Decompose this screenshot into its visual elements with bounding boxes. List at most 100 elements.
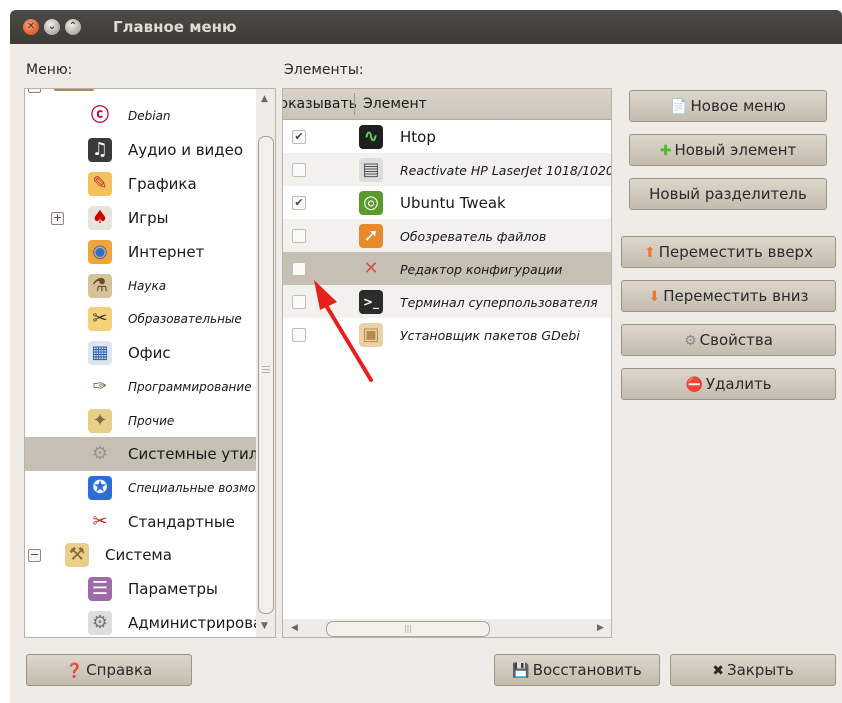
- tree-item-5[interactable]: ⚗ Наука: [25, 269, 262, 303]
- scroll-down-arrow-icon[interactable]: ▼: [261, 621, 268, 631]
- graphics-icon: ✎: [88, 172, 112, 196]
- table-row[interactable]: ➚ Обозреватель файлов: [283, 219, 611, 252]
- scroll-left-arrow-icon[interactable]: ◀: [291, 623, 298, 633]
- games-icon: ♠: [88, 206, 112, 230]
- menu-label: Меню:: [26, 62, 73, 78]
- tree-item-label: Стандартные: [128, 513, 235, 531]
- help-button[interactable]: ❓ Справка: [26, 654, 192, 686]
- tree-item-label: Программирование: [128, 380, 252, 394]
- scroll-right-arrow-icon[interactable]: ▶: [597, 623, 604, 633]
- menu-tree[interactable]: ⓒ Debian ♫ Аудио и видео ✎ Графика + ♠ Игры ◉ Инте…: [24, 88, 263, 638]
- table-row[interactable]: ✔ ◎ Ubuntu Tweak: [283, 186, 611, 219]
- show-checkbox[interactable]: [292, 229, 306, 243]
- multimedia-icon: ♫: [88, 138, 112, 162]
- close-button[interactable]: ✖ Закрыть: [670, 654, 836, 686]
- printer-icon: ▤: [359, 158, 383, 182]
- arrow-down-icon: ⬇: [648, 289, 661, 305]
- annotation-arrow: [314, 280, 373, 382]
- show-checkbox[interactable]: ✔: [292, 196, 306, 210]
- tree-item-10[interactable]: ⚙ Системные утилиты: [25, 437, 262, 471]
- elements-label: Элементы:: [284, 62, 364, 78]
- item-label: Установщик пакетов GDebi: [400, 328, 580, 343]
- tree-item-13[interactable]: − ⚒ Система: [25, 538, 262, 572]
- tree-item-2[interactable]: ✎ Графика: [25, 167, 262, 201]
- collapse-icon[interactable]: −: [28, 549, 41, 562]
- column-header-show[interactable]: Показывать: [283, 96, 357, 112]
- tree-item-14[interactable]: ☰ Параметры: [25, 572, 262, 606]
- tree-item-label: Офис: [128, 344, 171, 362]
- column-header-item[interactable]: Элемент: [363, 96, 427, 112]
- help-icon: ❓: [65, 663, 84, 679]
- tree-item-label: Игры: [128, 209, 169, 227]
- tree-item-8[interactable]: ✑ Программирование: [25, 370, 262, 404]
- arrow-up-icon: ⬆: [644, 245, 656, 261]
- column-divider: [354, 93, 355, 115]
- education-icon: ✂: [88, 307, 112, 331]
- tree-item-label: Специальные возможности: [128, 481, 262, 495]
- move-up-button[interactable]: ⬆ Переместить вверх: [621, 236, 836, 268]
- table-row[interactable]: ✔ ∿ Htop: [283, 120, 611, 153]
- new-separator-button[interactable]: Новый разделитель: [629, 178, 827, 210]
- tree-partial-top-item: [28, 89, 108, 93]
- tree-item-7[interactable]: ▦ Офис: [25, 336, 262, 370]
- menu-scroll-thumb[interactable]: [258, 136, 274, 614]
- close-window-icon[interactable]: ✕: [23, 19, 39, 35]
- programming-icon: ✑: [92, 376, 108, 397]
- tree-item-label: Прочие: [128, 414, 175, 428]
- elements-horizontal-scrollbar[interactable]: ◀ ||| ▶: [282, 619, 612, 638]
- tree-item-label: Аудио и видео: [128, 141, 244, 159]
- administration-icon: ⚙: [88, 611, 112, 635]
- elements-scroll-thumb[interactable]: |||: [326, 621, 490, 637]
- new-item-button[interactable]: ✚ Новый элемент: [629, 134, 827, 166]
- system-icon: ⚒: [65, 543, 89, 567]
- title-bar: ✕ ⌄ ⌃ Главное меню: [10, 10, 842, 44]
- delete-button[interactable]: ⛔ Удалить: [621, 368, 836, 400]
- minimize-window-icon[interactable]: ⌄: [44, 19, 60, 35]
- system-tools-icon: ⚙: [91, 443, 109, 464]
- tree-item-label: Графика: [128, 175, 197, 193]
- window-title: Главное меню: [113, 18, 237, 36]
- tree-item-6[interactable]: ✂ Образовательные: [25, 302, 262, 336]
- tree-item-label: Интернет: [128, 243, 205, 261]
- close-icon: ✖: [712, 663, 724, 679]
- tree-item-label: Образовательные: [128, 312, 242, 326]
- tree-item-9[interactable]: ✦ Прочие: [25, 404, 262, 438]
- tree-item-12[interactable]: ✂ Стандартные: [25, 505, 262, 539]
- tree-item-11[interactable]: ✪ Специальные возможности: [25, 471, 262, 505]
- tree-item-1[interactable]: ♫ Аудио и видео: [25, 133, 262, 167]
- tree-item-label: Системные утилиты: [128, 445, 262, 463]
- ubuntu-tweak-icon: ◎: [359, 191, 383, 215]
- properties-button[interactable]: ⚙ Свойства: [621, 324, 836, 356]
- revert-button[interactable]: 💾 Восстановить: [494, 654, 660, 686]
- accessibility-icon: ✪: [88, 476, 112, 500]
- tree-item-0[interactable]: ⓒ Debian: [25, 99, 262, 133]
- tree-item-label: Система: [105, 546, 172, 564]
- other-icon: ✦: [88, 409, 112, 433]
- new-menu-button[interactable]: 📄 Новое меню: [629, 90, 827, 122]
- file-browser-icon: ➚: [359, 224, 383, 248]
- show-checkbox[interactable]: ✔: [292, 130, 306, 144]
- table-row[interactable]: ▤ Reactivate HP LaserJet 1018/1020: [283, 153, 611, 186]
- show-checkbox[interactable]: [292, 163, 306, 177]
- tree-item-15[interactable]: ⚙ Администрирование: [25, 606, 263, 637]
- tree-item-3[interactable]: + ♠ Игры: [25, 201, 262, 235]
- item-label: Редактор конфигурации: [400, 262, 563, 277]
- tree-item-label: Debian: [128, 109, 171, 123]
- item-label: Ubuntu Tweak: [400, 194, 506, 212]
- scroll-up-arrow-icon[interactable]: ▲: [261, 94, 268, 104]
- tree-item-4[interactable]: ◉ Интернет: [25, 235, 262, 269]
- debian-icon: ⓒ: [91, 105, 109, 126]
- maximize-window-icon[interactable]: ⌃: [65, 19, 81, 35]
- preferences-icon: ☰: [88, 577, 112, 601]
- item-label: Reactivate HP LaserJet 1018/1020: [400, 163, 612, 178]
- new-menu-icon: 📄: [670, 99, 688, 115]
- tree-item-label: Администрирование: [128, 614, 263, 632]
- item-label: Htop: [400, 128, 436, 146]
- expand-icon[interactable]: +: [51, 212, 64, 225]
- science-icon: ⚗: [88, 274, 112, 298]
- menu-vertical-scrollbar[interactable]: ▲ ▼: [256, 88, 276, 638]
- move-down-button[interactable]: ⬇ Переместить вниз: [621, 280, 836, 312]
- item-label: Терминал суперпользователя: [400, 295, 598, 310]
- revert-icon: 💾: [512, 663, 530, 679]
- tree-item-label: Наука: [128, 279, 167, 293]
